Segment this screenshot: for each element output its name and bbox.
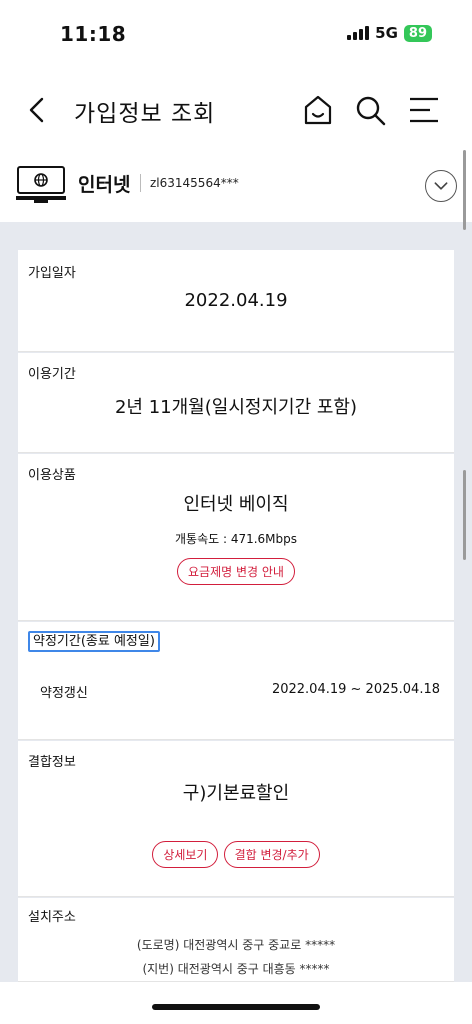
address-road: (도로명) 대전광역시 중구 중교로 ***** [136, 938, 336, 952]
bundle-actions: 상세보기 결합 변경/추가 [18, 841, 454, 868]
menu-icon[interactable] [406, 92, 442, 128]
status-time: 11:18 [60, 22, 127, 46]
home-icon[interactable] [300, 92, 336, 128]
bundle-card: 결합정보 구)기본료할인 상세보기 결합 변경/추가 [18, 741, 454, 897]
bundle-value: 구)기본료할인 [182, 783, 290, 804]
bundle-change-button[interactable]: 결합 변경/추가 [223, 841, 320, 868]
page-title: 가입정보 조회 [74, 101, 216, 127]
contract-label[interactable]: 약정기간(종료 예정일) [28, 630, 160, 652]
usage-period-label: 이용기간 [28, 367, 76, 382]
join-date-card: 가입일자 2022.04.19 [18, 250, 454, 352]
network-type: 5G [375, 24, 398, 42]
contract-row-label: 약정갱신 [40, 686, 88, 701]
bundle-detail-button[interactable]: 상세보기 [152, 841, 219, 868]
contract-row-value: 2022.04.19 ~ 2025.04.18 [271, 682, 440, 697]
product-card: 이용상품 인터넷 베이직 개통속도 : 471.6Mbps 요금제명 변경 안내 [18, 454, 454, 621]
contract-card: 약정기간(종료 예정일) 약정갱신 2022.04.19 ~ 2025.04.1… [18, 622, 454, 740]
status-bar: 11:18 5G 89 [0, 0, 472, 70]
usage-period-card: 이용기간 2년 11개월(일시정지기간 포함) [18, 353, 454, 453]
service-id: zl63145564*** [150, 176, 239, 190]
contract-label-text[interactable]: 약정기간(종료 예정일) [28, 631, 160, 652]
search-icon[interactable] [352, 92, 388, 128]
scrollbar[interactable] [463, 150, 466, 230]
navigation-bar: 가입정보 조회 [0, 84, 472, 136]
scrollbar-thumb[interactable] [463, 470, 466, 560]
chevron-down-icon[interactable] [425, 170, 457, 202]
service-name: 인터넷 [78, 174, 131, 196]
divider [140, 174, 141, 192]
join-date-label: 가입일자 [28, 266, 76, 281]
signal-icon [347, 26, 370, 40]
home-indicator[interactable] [152, 1004, 320, 1010]
pc-monitor-icon [16, 166, 66, 203]
status-indicators: 5G 89 [347, 24, 432, 42]
service-selector[interactable]: 인터넷 zl63145564*** [0, 162, 472, 220]
back-icon[interactable] [22, 94, 54, 126]
address-label: 설치주소 [28, 910, 76, 925]
bottom-safe-area [0, 982, 472, 1024]
battery-icon: 89 [403, 24, 432, 42]
product-label: 이용상품 [28, 468, 76, 483]
usage-period-value: 2년 11개월(일시정지기간 포함) [114, 397, 357, 418]
bundle-label: 결합정보 [28, 755, 76, 770]
rate-plan-info-button[interactable]: 요금제명 변경 안내 [177, 558, 295, 585]
join-date-value: 2022.04.19 [184, 290, 288, 311]
address-card: 설치주소 (도로명) 대전광역시 중구 중교로 ***** (지번) 대전광역시… [18, 898, 454, 982]
rate-plan-row: 요금제명 변경 안내 [18, 558, 454, 585]
address-lot: (지번) 대전광역시 중구 대흥동 ***** [142, 962, 330, 976]
product-name: 인터넷 베이직 [183, 494, 289, 515]
product-speed: 개통속도 : 471.6Mbps [174, 532, 298, 546]
